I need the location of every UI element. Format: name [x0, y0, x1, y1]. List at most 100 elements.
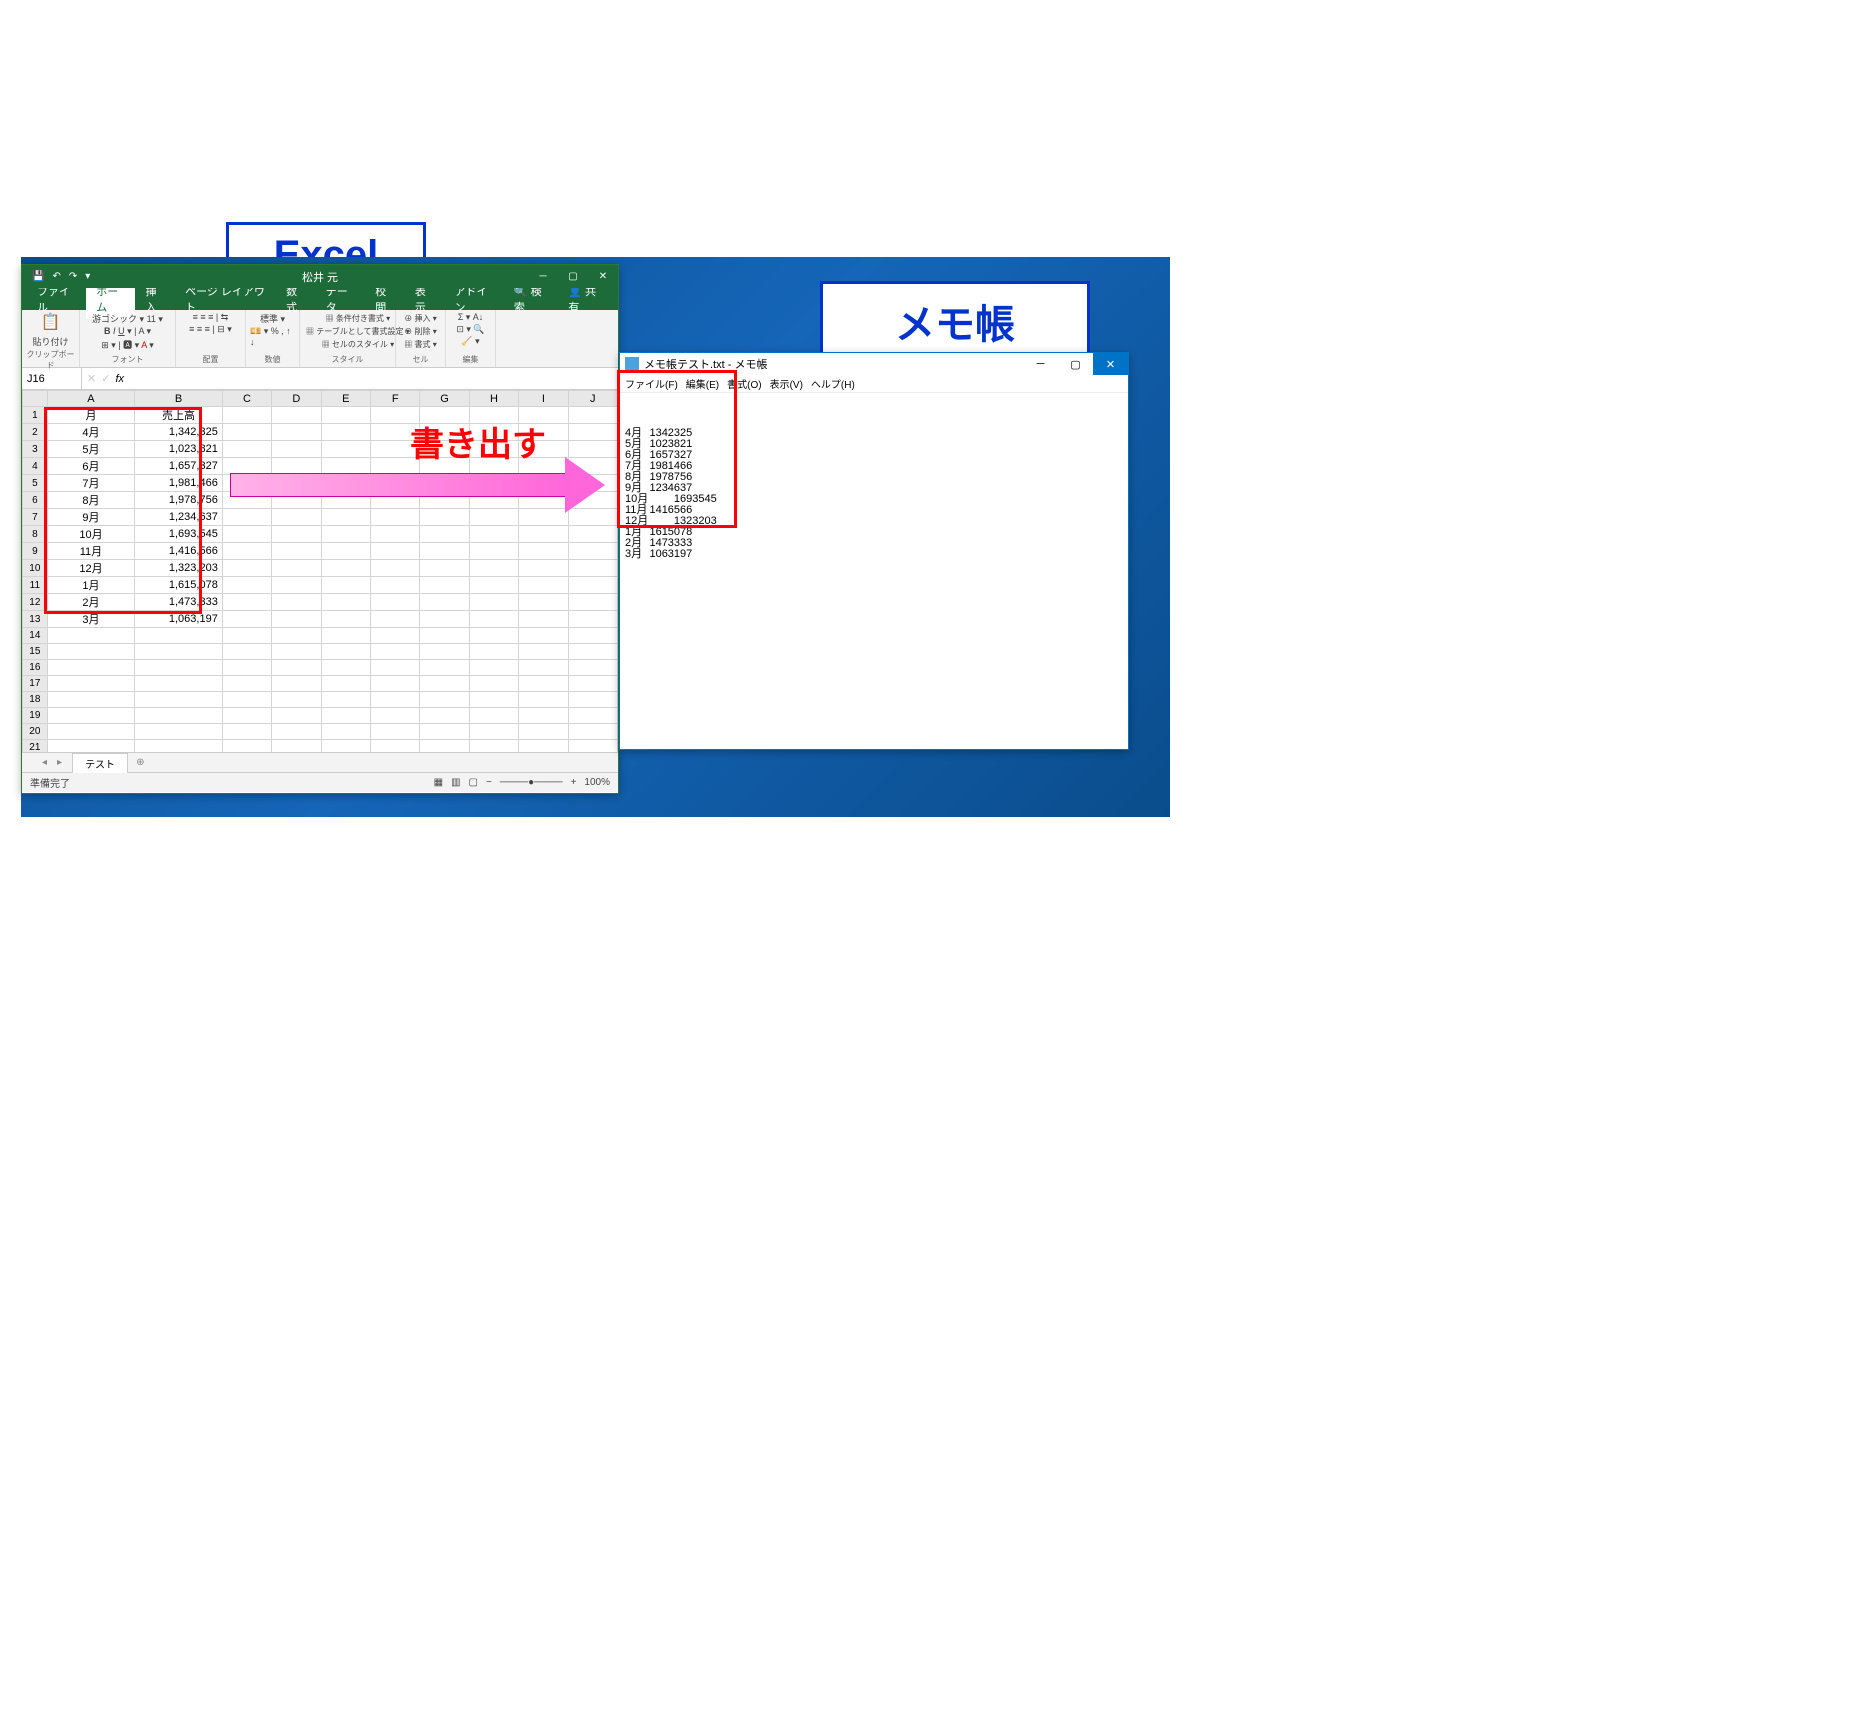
paste-icon[interactable]: 📋: [41, 312, 61, 332]
cell[interactable]: [568, 708, 617, 724]
col-header[interactable]: A: [47, 391, 135, 407]
cell[interactable]: [321, 611, 370, 628]
cell[interactable]: [519, 644, 568, 660]
cell[interactable]: [568, 543, 617, 560]
cell[interactable]: [47, 724, 135, 740]
zoom-slider[interactable]: ────●────: [500, 777, 563, 788]
cell[interactable]: [469, 708, 518, 724]
cell[interactable]: [469, 740, 518, 753]
cell[interactable]: [272, 740, 321, 753]
cell[interactable]: [469, 692, 518, 708]
cell[interactable]: [469, 611, 518, 628]
cell[interactable]: [222, 676, 271, 692]
name-box[interactable]: J16: [22, 368, 82, 389]
menu-edit[interactable]: 編集(E): [686, 376, 719, 391]
cell[interactable]: [47, 660, 135, 676]
minimize-button[interactable]: ─: [1023, 353, 1058, 375]
underline-button[interactable]: U: [118, 326, 125, 336]
col-header[interactable]: E: [321, 391, 370, 407]
cell[interactable]: [321, 676, 370, 692]
row-header[interactable]: 7: [23, 509, 48, 526]
cell[interactable]: [469, 543, 518, 560]
save-icon[interactable]: 💾: [32, 271, 44, 282]
cell[interactable]: [519, 660, 568, 676]
maximize-button[interactable]: ▢: [1058, 353, 1093, 375]
cell[interactable]: [370, 740, 419, 753]
cell[interactable]: [321, 560, 370, 577]
cell[interactable]: 1,693,545: [135, 526, 223, 543]
row-header[interactable]: 17: [23, 676, 48, 692]
cell[interactable]: [272, 676, 321, 692]
cell[interactable]: 1月: [47, 577, 135, 594]
menu-file[interactable]: ファイル(F): [625, 376, 678, 391]
cell[interactable]: [47, 628, 135, 644]
cell[interactable]: [135, 628, 223, 644]
cell[interactable]: [222, 708, 271, 724]
cell[interactable]: [568, 628, 617, 644]
delete-cells-button[interactable]: ⊖ 削除 ▾: [402, 325, 438, 338]
cell[interactable]: [420, 644, 469, 660]
cell[interactable]: [568, 676, 617, 692]
notepad-body[interactable]: 4月 1342325 5月 1023821 6月 1657327 7月 1981…: [620, 393, 1128, 584]
cell[interactable]: 1,063,197: [135, 611, 223, 628]
cell[interactable]: 1,323,203: [135, 560, 223, 577]
row-header[interactable]: 19: [23, 708, 48, 724]
row-header[interactable]: 1: [23, 407, 48, 424]
cell[interactable]: [47, 708, 135, 724]
cell[interactable]: 1,416,566: [135, 543, 223, 560]
cell[interactable]: [469, 660, 518, 676]
cell[interactable]: [519, 543, 568, 560]
close-button[interactable]: ✕: [588, 271, 618, 282]
cell[interactable]: [469, 628, 518, 644]
cell[interactable]: [469, 644, 518, 660]
cell[interactable]: [370, 543, 419, 560]
cell[interactable]: 11月: [47, 543, 135, 560]
cell[interactable]: [568, 692, 617, 708]
row-header[interactable]: 11: [23, 577, 48, 594]
cell[interactable]: [568, 577, 617, 594]
cell[interactable]: [469, 724, 518, 740]
col-header[interactable]: G: [420, 391, 469, 407]
cell[interactable]: [222, 611, 271, 628]
cell[interactable]: 1,473,333: [135, 594, 223, 611]
cell[interactable]: 1,342,325: [135, 424, 223, 441]
cell[interactable]: [321, 407, 370, 424]
cell[interactable]: [370, 628, 419, 644]
cell[interactable]: [519, 692, 568, 708]
cell[interactable]: 4月: [47, 424, 135, 441]
cell[interactable]: [568, 424, 617, 441]
cell[interactable]: [135, 724, 223, 740]
enter-icon[interactable]: ✓: [101, 372, 110, 385]
close-button[interactable]: ✕: [1093, 353, 1128, 375]
cell[interactable]: [47, 692, 135, 708]
cell[interactable]: [519, 611, 568, 628]
cell[interactable]: 1,234,637: [135, 509, 223, 526]
cell[interactable]: [519, 594, 568, 611]
cell[interactable]: [272, 560, 321, 577]
cell[interactable]: 3月: [47, 611, 135, 628]
cell[interactable]: [370, 611, 419, 628]
cell[interactable]: [135, 660, 223, 676]
cell[interactable]: [321, 660, 370, 676]
cell[interactable]: 6月: [47, 458, 135, 475]
cell[interactable]: [420, 560, 469, 577]
col-header[interactable]: C: [222, 391, 271, 407]
row-header[interactable]: 10: [23, 560, 48, 577]
undo-icon[interactable]: ↶: [52, 271, 60, 282]
menu-view[interactable]: 表示(V): [770, 376, 803, 391]
cell[interactable]: [222, 526, 271, 543]
cell[interactable]: [568, 594, 617, 611]
redo-icon[interactable]: ↷: [69, 271, 77, 282]
menu-help[interactable]: ヘルプ(H): [811, 376, 855, 391]
cell[interactable]: [370, 644, 419, 660]
cell[interactable]: [568, 724, 617, 740]
cell[interactable]: [222, 628, 271, 644]
font-size[interactable]: 11: [147, 314, 156, 324]
cell[interactable]: 7月: [47, 475, 135, 492]
cell[interactable]: [568, 560, 617, 577]
cell[interactable]: [321, 692, 370, 708]
qat-dropdown-icon[interactable]: ▾: [85, 271, 90, 282]
cell[interactable]: [321, 724, 370, 740]
cell[interactable]: [321, 594, 370, 611]
cell[interactable]: [370, 676, 419, 692]
